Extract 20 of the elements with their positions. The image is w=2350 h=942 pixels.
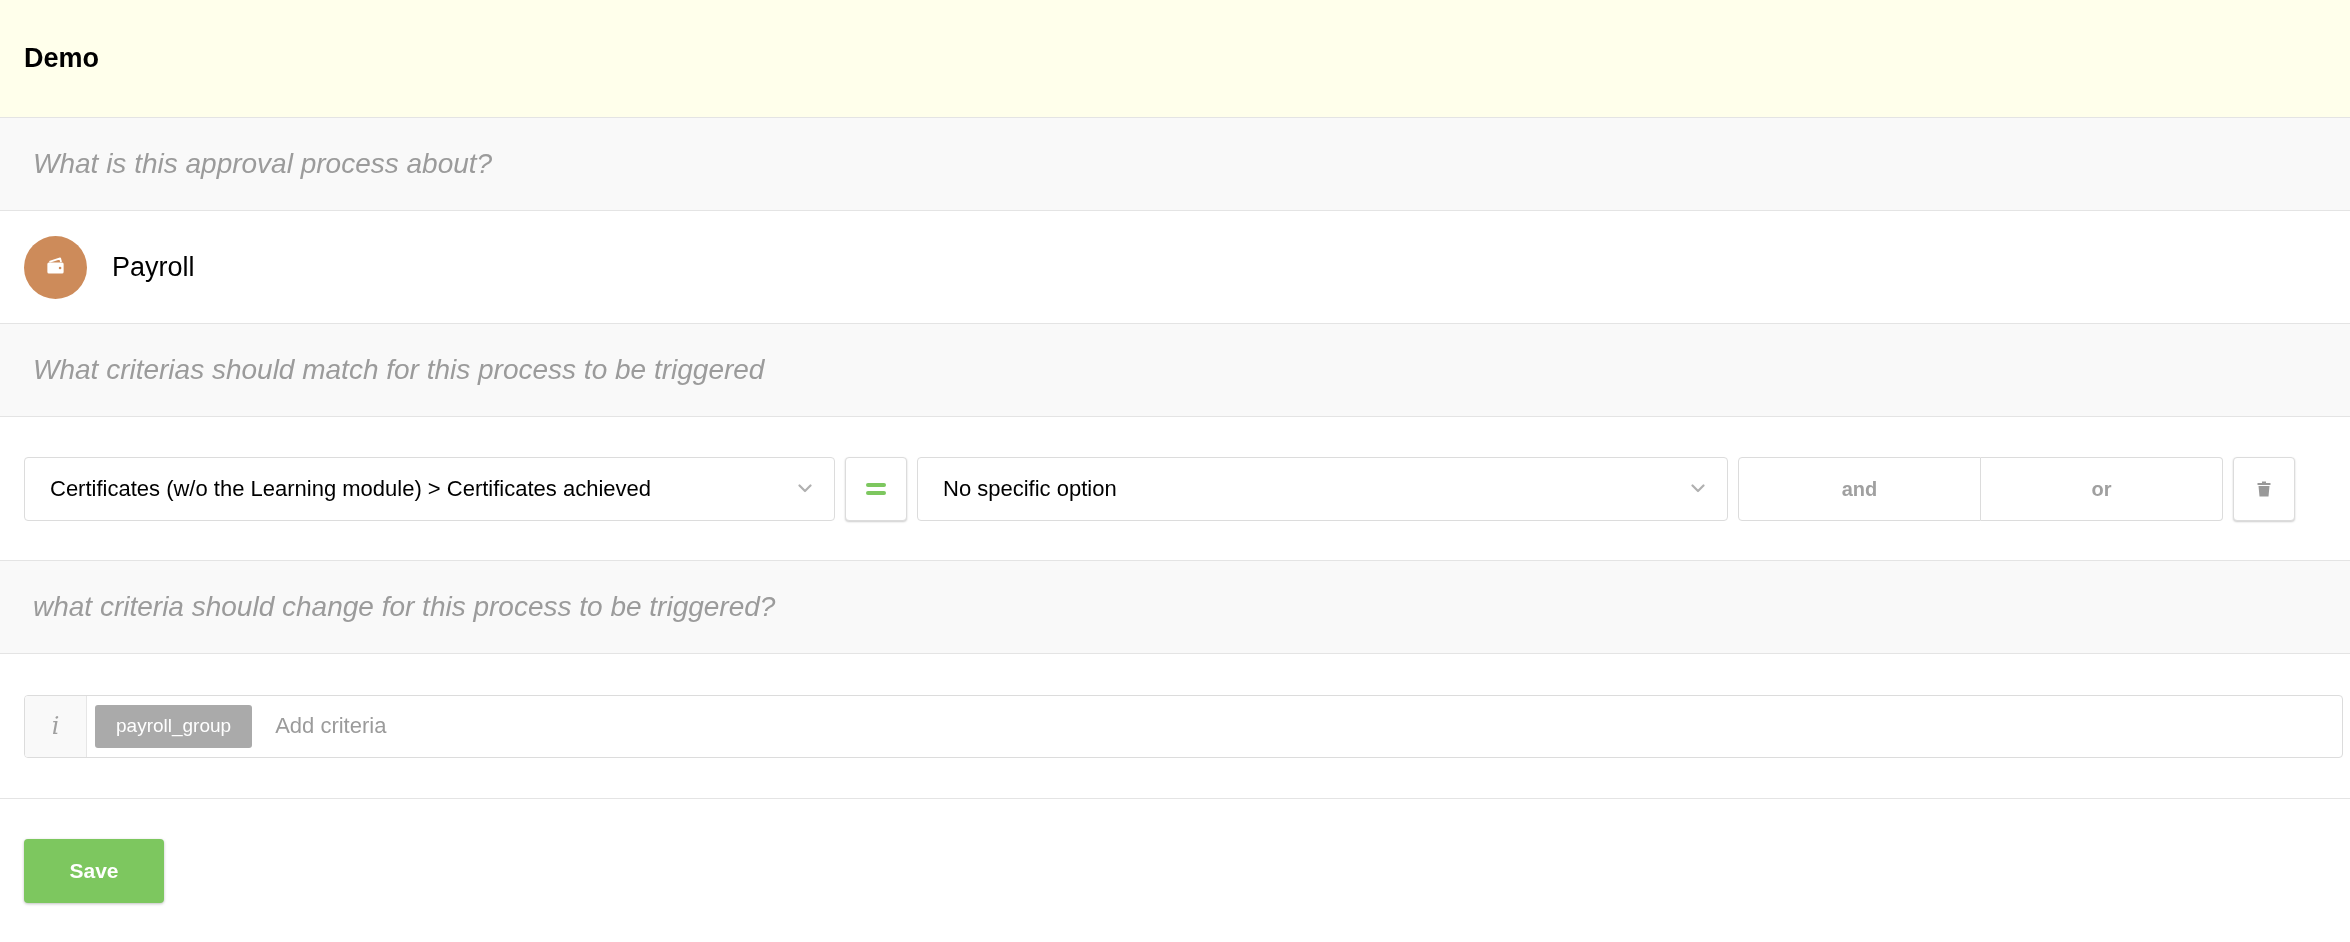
connector-toggle[interactable]: or	[1981, 456, 2223, 521]
wallet-icon	[24, 235, 87, 299]
chevron-down-icon	[1691, 484, 1705, 493]
operator-button[interactable]	[845, 456, 907, 521]
equals-icon	[866, 482, 886, 495]
page-title: Demo	[24, 42, 99, 76]
section-heading: what criteria should change for this process to be triggered?	[33, 590, 776, 624]
info-icon: i	[51, 714, 60, 738]
section-heading: What criterias should match for this process to be triggered	[33, 353, 765, 387]
trash-icon	[2257, 480, 2271, 497]
section-heading: What is this approval process about?	[33, 147, 493, 181]
category-label: Payroll	[112, 250, 195, 284]
field-dropdown[interactable]: Certificates (w/o the Learning module) > Certificates achieved	[24, 456, 835, 521]
chevron-down-icon	[798, 484, 812, 493]
delete-button[interactable]	[2233, 456, 2295, 521]
value-dropdown[interactable]: No specific option	[917, 456, 1728, 521]
criteria-input-field[interactable]: i payroll_group Add criteria	[24, 694, 2343, 758]
criteria-tag[interactable]: payroll_group	[95, 704, 253, 748]
save-button[interactable]: Save	[24, 839, 164, 903]
connector-toggle[interactable]: and	[1738, 456, 1981, 521]
